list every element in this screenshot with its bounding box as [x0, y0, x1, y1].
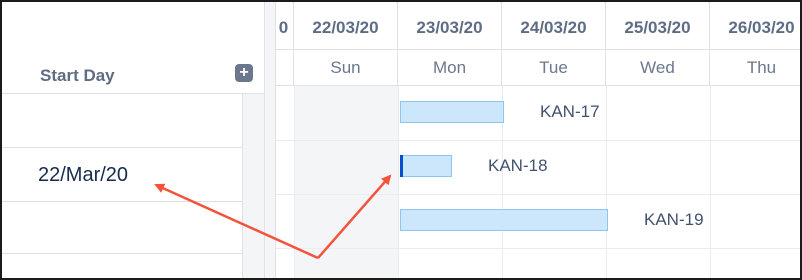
timeline-weekday-header: Sun Mon Tue Wed Thu [274, 50, 800, 86]
task-label[interactable]: KAN-19 [644, 210, 704, 230]
start-day-cell[interactable]: 22/Mar/20 [38, 164, 128, 187]
date-header-cell: 25/03/20 [606, 2, 710, 50]
task-label[interactable]: KAN-17 [540, 102, 600, 122]
row-separator [276, 194, 800, 195]
date-header-cell: 0 [274, 2, 294, 50]
bar-start-handle[interactable] [400, 155, 403, 177]
grid-line [398, 86, 399, 278]
left-scrollbar[interactable] [242, 94, 264, 278]
grid-line [710, 86, 711, 278]
table-row[interactable] [2, 94, 242, 148]
task-label[interactable]: KAN-18 [488, 156, 548, 176]
grid-line [606, 86, 607, 278]
table-row[interactable] [2, 202, 242, 254]
weekday-header-cell: Sun [294, 50, 398, 86]
table-row[interactable] [2, 254, 242, 278]
gantt-view: Start Day + 22/Mar/20 0 22/03/20 23/03/2… [0, 0, 802, 280]
issue-fields-panel: Start Day + 22/Mar/20 [2, 2, 264, 278]
weekday-header-cell: Wed [606, 50, 710, 86]
start-day-column-title: Start Day [40, 66, 115, 85]
timeline-panel: 0 22/03/20 23/03/20 24/03/20 25/03/20 26… [274, 2, 800, 278]
row-separator [276, 248, 800, 249]
weekday-header-cell: Mon [398, 50, 502, 86]
date-header-cell: 26/03/20 [710, 2, 800, 50]
weekday-header-cell: Thu [710, 50, 800, 86]
table-row[interactable]: 22/Mar/20 [2, 148, 242, 202]
weekday-header-cell [274, 50, 294, 86]
timeline-date-header: 0 22/03/20 23/03/20 24/03/20 25/03/20 26… [274, 2, 800, 50]
date-header-cell: 22/03/20 [294, 2, 398, 50]
date-header-cell: 24/03/20 [502, 2, 606, 50]
grid-line [294, 86, 295, 278]
task-bar[interactable] [400, 101, 504, 123]
date-header-cell: 23/03/20 [398, 2, 502, 50]
add-column-button[interactable]: + [235, 64, 253, 82]
weekend-column-shading [294, 86, 398, 278]
weekday-header-cell: Tue [502, 50, 606, 86]
row-separator [276, 140, 800, 141]
column-header: Start Day + [2, 2, 264, 94]
task-bar[interactable] [400, 209, 608, 231]
task-bar[interactable] [400, 155, 452, 177]
